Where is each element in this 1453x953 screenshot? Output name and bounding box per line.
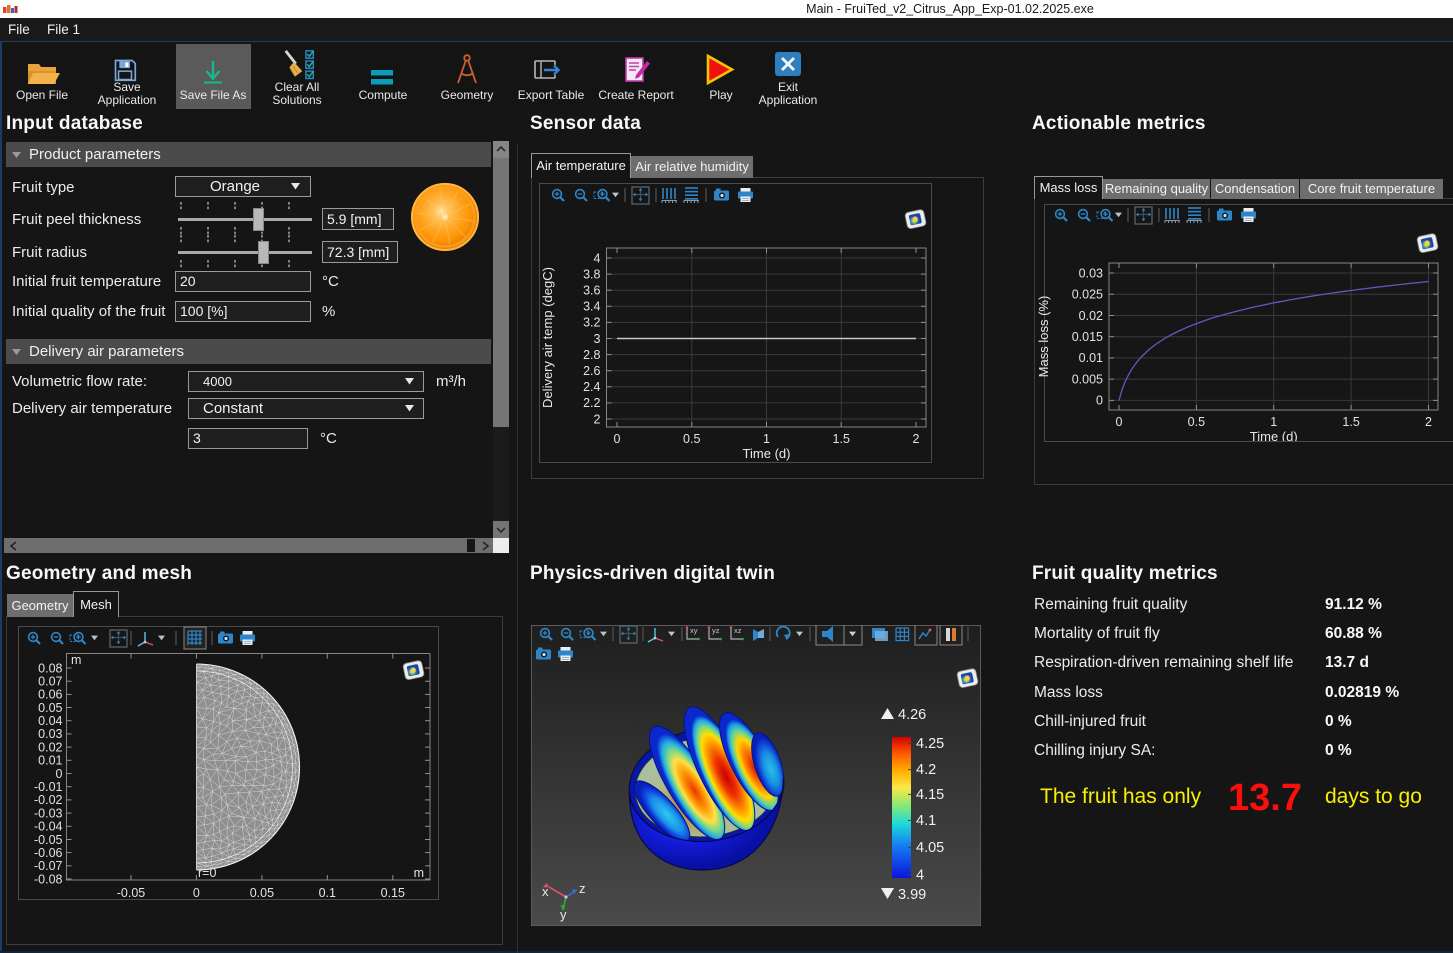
svg-text:0.04: 0.04 xyxy=(38,714,62,728)
svg-text:0.5: 0.5 xyxy=(1188,415,1205,429)
svg-text:2.6: 2.6 xyxy=(583,364,600,378)
svg-text:0: 0 xyxy=(614,432,621,446)
svg-text:4.25: 4.25 xyxy=(916,736,944,752)
svg-text:-0.04: -0.04 xyxy=(34,820,63,834)
svg-text:1: 1 xyxy=(763,432,770,446)
svg-text:m: m xyxy=(71,653,81,667)
svg-text:0.015: 0.015 xyxy=(1072,330,1103,344)
svg-text:2: 2 xyxy=(594,412,601,426)
svg-text:-0.07: -0.07 xyxy=(34,859,63,873)
svg-text:0.02: 0.02 xyxy=(38,740,62,754)
svg-text:0.02: 0.02 xyxy=(1079,309,1103,323)
svg-text:Time (d): Time (d) xyxy=(743,446,791,461)
svg-text:-0.02: -0.02 xyxy=(34,793,63,807)
svg-text:xy: xy xyxy=(690,626,698,635)
svg-text:0: 0 xyxy=(56,767,63,781)
svg-text:xz: xz xyxy=(734,626,742,635)
svg-text:0.03: 0.03 xyxy=(1079,266,1103,280)
svg-text:1.5: 1.5 xyxy=(1342,415,1359,429)
svg-text:4.2: 4.2 xyxy=(916,762,936,778)
svg-text:0.5: 0.5 xyxy=(683,432,700,446)
svg-text:0.08: 0.08 xyxy=(38,661,62,675)
svg-text:m: m xyxy=(414,866,424,880)
svg-text:2: 2 xyxy=(913,432,920,446)
svg-text:2.4: 2.4 xyxy=(583,380,600,394)
svg-text:-0.03: -0.03 xyxy=(34,806,63,820)
svg-text:0.05: 0.05 xyxy=(250,886,274,899)
svg-text:Delivery air temp (degC): Delivery air temp (degC) xyxy=(540,267,555,408)
svg-text:3.6: 3.6 xyxy=(583,284,600,298)
svg-text:yz: yz xyxy=(712,626,720,635)
svg-text:r=0: r=0 xyxy=(198,866,216,880)
svg-text:0.06: 0.06 xyxy=(38,688,62,702)
svg-text:4.1: 4.1 xyxy=(916,813,936,829)
svg-text:4.15: 4.15 xyxy=(916,787,944,803)
svg-text:2: 2 xyxy=(1425,415,1432,429)
svg-text:0.03: 0.03 xyxy=(38,727,62,741)
svg-text:0.01: 0.01 xyxy=(38,754,62,768)
svg-text:1.5: 1.5 xyxy=(833,432,850,446)
svg-text:0: 0 xyxy=(193,886,200,899)
svg-text:y: y xyxy=(560,907,567,922)
svg-text:2.2: 2.2 xyxy=(583,396,600,410)
svg-text:3.8: 3.8 xyxy=(583,267,600,281)
svg-text:3: 3 xyxy=(594,332,601,346)
svg-text:-0.05: -0.05 xyxy=(117,886,146,899)
svg-text:0.05: 0.05 xyxy=(38,701,62,715)
svg-text:0.01: 0.01 xyxy=(1079,351,1103,365)
svg-text:0.1: 0.1 xyxy=(319,886,336,899)
svg-text:0.07: 0.07 xyxy=(38,675,62,689)
svg-text:0.15: 0.15 xyxy=(381,886,405,899)
svg-text:3.4: 3.4 xyxy=(583,300,600,314)
svg-text:0.005: 0.005 xyxy=(1072,372,1103,386)
svg-text:z: z xyxy=(579,881,586,896)
svg-text:4.26: 4.26 xyxy=(898,707,926,723)
svg-text:3.99: 3.99 xyxy=(898,887,926,903)
svg-text:-0.01: -0.01 xyxy=(34,780,63,794)
svg-text:x: x xyxy=(542,884,549,899)
svg-text:-0.05: -0.05 xyxy=(34,833,63,847)
svg-text:4: 4 xyxy=(594,251,601,265)
svg-text:0: 0 xyxy=(1096,394,1103,408)
svg-text:1: 1 xyxy=(1270,415,1277,429)
svg-text:4: 4 xyxy=(916,868,924,884)
svg-text:Mass loss (%): Mass loss (%) xyxy=(1036,296,1051,378)
svg-text:0.025: 0.025 xyxy=(1072,288,1103,302)
svg-text:Time (d): Time (d) xyxy=(1250,429,1298,441)
svg-text:-0.06: -0.06 xyxy=(34,846,63,860)
svg-text:0: 0 xyxy=(1116,415,1123,429)
svg-text:3.2: 3.2 xyxy=(583,316,600,330)
svg-text:2.8: 2.8 xyxy=(583,348,600,362)
svg-text:4.05: 4.05 xyxy=(916,840,944,856)
svg-text:-0.08: -0.08 xyxy=(34,872,63,886)
